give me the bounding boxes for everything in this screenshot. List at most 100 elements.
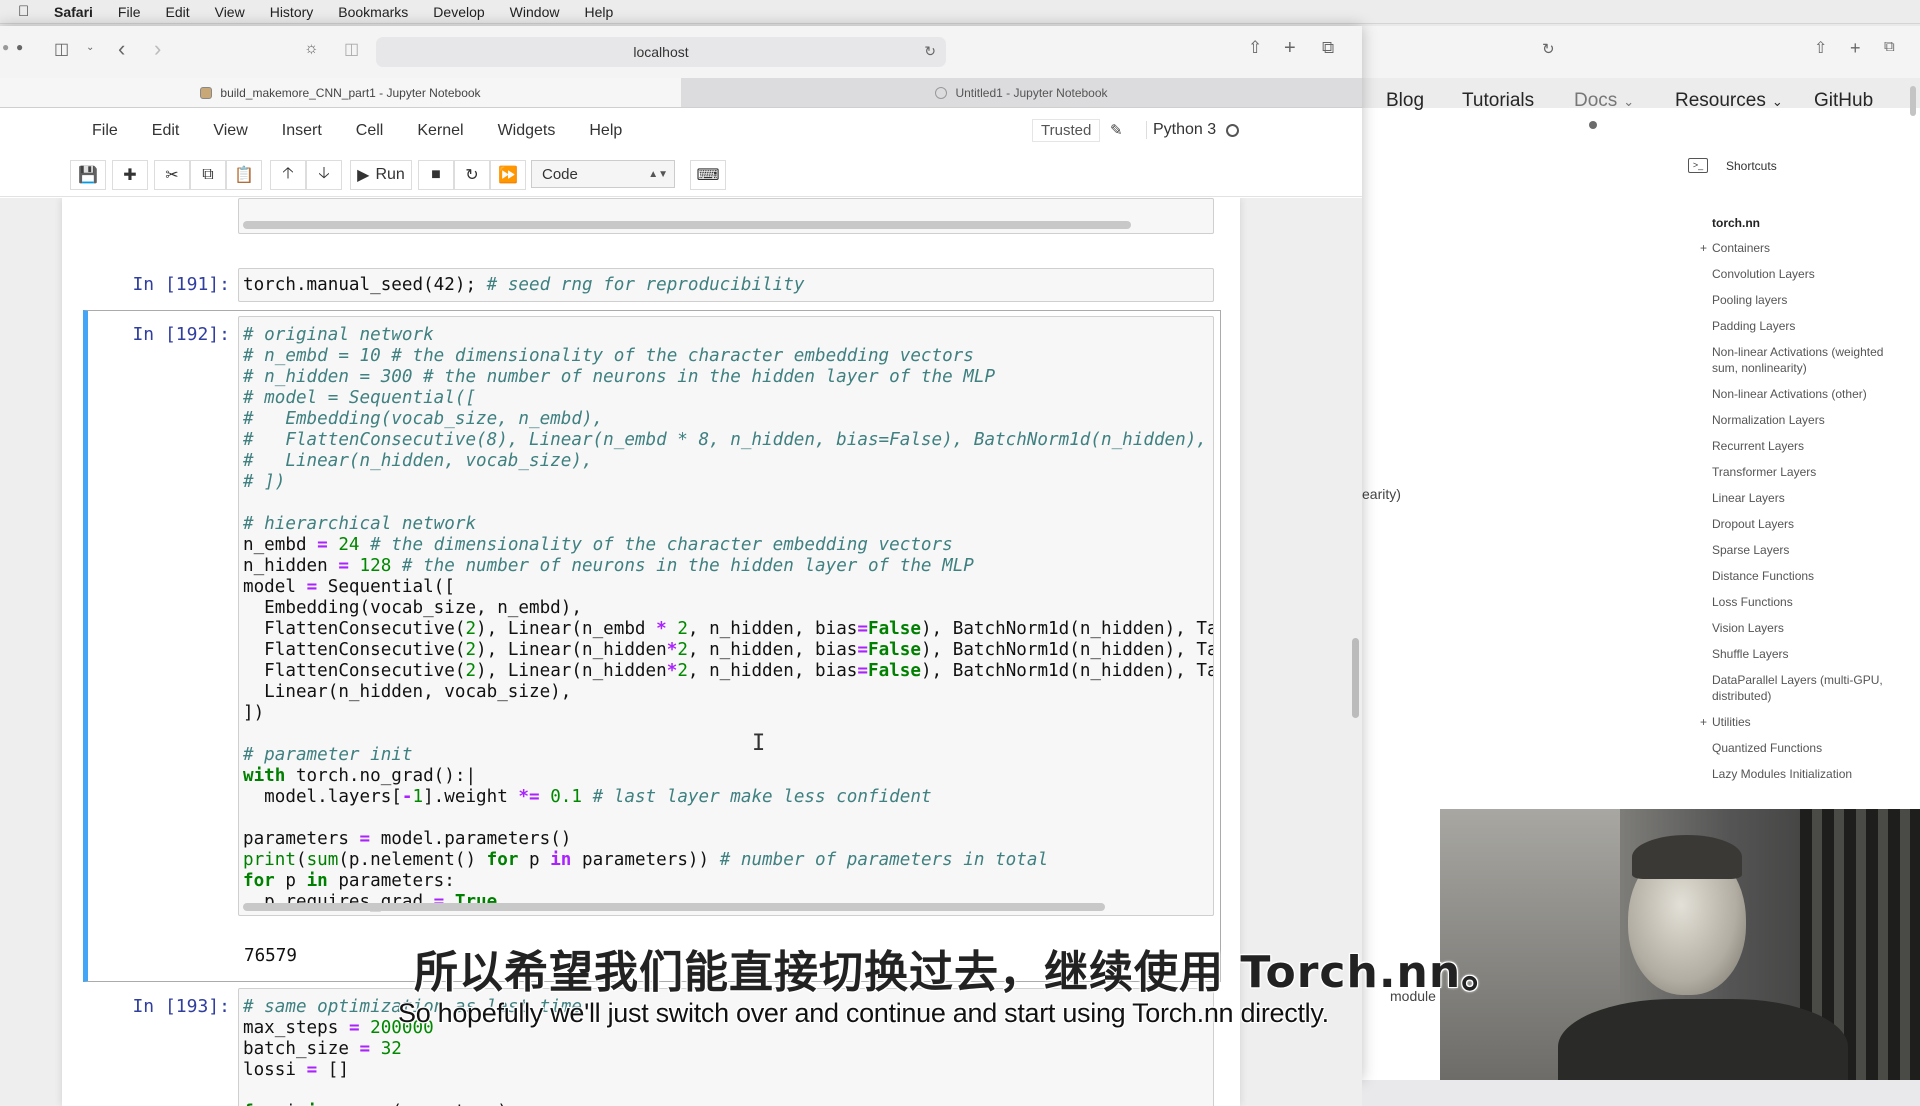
shortcuts-toggle[interactable]: >_ Shortcuts xyxy=(1688,158,1777,173)
cell-type-select[interactable]: Code ▲▼ xyxy=(531,160,675,188)
docs-scrollbar[interactable] xyxy=(1910,86,1916,116)
sidebar-item-transformer[interactable]: Transformer Layers xyxy=(1712,464,1912,480)
tab-overview-icon[interactable]: ⧉ xyxy=(1884,38,1895,55)
menu-file[interactable]: File xyxy=(118,4,141,20)
sidebar-item-linear[interactable]: Linear Layers xyxy=(1712,490,1912,506)
tab-untitled1[interactable]: Untitled1 - Jupyter Notebook xyxy=(681,78,1362,107)
partial-doc-text: earity) xyxy=(1362,486,1401,502)
sidebar-item-dataparallel[interactable]: DataParallel Layers (multi-GPU, distribu… xyxy=(1712,672,1912,704)
back-icon[interactable]: ‹ xyxy=(118,36,125,62)
previous-cell-input[interactable] xyxy=(238,198,1214,234)
nav-docs[interactable]: Docs ⌄ xyxy=(1574,90,1634,112)
paste-icon: 📋 xyxy=(234,167,254,184)
sidebar-item-pooling[interactable]: Pooling layers xyxy=(1712,292,1912,308)
nav-blog[interactable]: Blog xyxy=(1386,90,1424,112)
run-label: Run xyxy=(375,166,405,183)
sidebar-item-normalization[interactable]: Normalization Layers xyxy=(1712,412,1912,428)
code-editor[interactable]: # original network # n_embd = 10 # the d… xyxy=(239,317,1213,915)
sidebar-menu-chevron-icon[interactable]: ⌄ xyxy=(86,42,94,53)
menu-help[interactable]: Help xyxy=(584,4,613,20)
restart-run-all-button[interactable]: ⏩ xyxy=(490,160,526,190)
jmenu-help[interactable]: Help xyxy=(589,122,622,140)
jmenu-kernel[interactable]: Kernel xyxy=(417,122,463,140)
notebook-scrollbar[interactable] xyxy=(1352,638,1359,718)
insert-cell-button[interactable]: ✚ xyxy=(112,160,148,190)
sidebar-head-torch-nn[interactable]: torch.nn xyxy=(1712,216,1912,230)
kernel-name[interactable]: Python 3 xyxy=(1146,121,1216,139)
cell-input-192[interactable]: # original network # n_embd = 10 # the d… xyxy=(238,316,1214,916)
sidebar-item-convolution[interactable]: Convolution Layers xyxy=(1712,266,1912,282)
cell-input-191[interactable]: torch.manual_seed(42); # seed rng for re… xyxy=(238,268,1214,302)
trusted-badge[interactable]: Trusted xyxy=(1032,119,1101,142)
shield-icon[interactable]: ◫ xyxy=(344,39,359,59)
jmenu-file[interactable]: File xyxy=(92,122,118,140)
keyboard-icon: ⌨ xyxy=(696,167,720,184)
sidebar-item-containers[interactable]: Containers xyxy=(1700,240,1912,256)
reload-icon[interactable]: ↻ xyxy=(924,43,936,60)
nav-tutorials[interactable]: Tutorials xyxy=(1462,90,1534,112)
forward-icon[interactable]: › xyxy=(154,36,161,62)
menu-window[interactable]: Window xyxy=(510,4,560,20)
jupyter-menu: File Edit View Insert Cell Kernel Widget… xyxy=(0,122,656,140)
new-tab-icon[interactable]: + xyxy=(1284,37,1296,60)
window-control-icon[interactable]: ● xyxy=(16,40,23,54)
move-up-button[interactable]: 🡡 xyxy=(270,160,306,190)
sidebar-item-lazy-modules[interactable]: Lazy Modules Initialization xyxy=(1712,766,1912,782)
command-palette-button[interactable]: ⌨ xyxy=(690,160,726,190)
sidebar-item-padding[interactable]: Padding Layers xyxy=(1712,318,1912,334)
jmenu-widgets[interactable]: Widgets xyxy=(498,122,556,140)
sidebar-item-vision[interactable]: Vision Layers xyxy=(1712,620,1912,636)
nav-resources[interactable]: Resources ⌄ xyxy=(1675,90,1783,112)
paste-button[interactable]: 📋 xyxy=(226,160,262,190)
text-cursor-icon: I xyxy=(752,731,766,756)
nav-github[interactable]: GitHub xyxy=(1814,90,1873,112)
interrupt-button[interactable]: ■ xyxy=(418,160,454,190)
share-icon[interactable]: ⇧ xyxy=(1814,38,1827,58)
jmenu-edit[interactable]: Edit xyxy=(152,122,180,140)
menu-bookmarks[interactable]: Bookmarks xyxy=(338,4,408,20)
arrow-down-icon: 🡣 xyxy=(318,164,330,182)
sidebar-item-nonlinear-other[interactable]: Non-linear Activations (other) xyxy=(1712,386,1912,402)
menu-develop[interactable]: Develop xyxy=(433,4,484,20)
play-icon: ▶ xyxy=(357,167,370,184)
move-down-button[interactable]: 🡣 xyxy=(306,160,342,190)
horizontal-scrollbar[interactable] xyxy=(243,221,1131,229)
sidebar-item-sparse[interactable]: Sparse Layers xyxy=(1712,542,1912,558)
save-button[interactable]: 💾 xyxy=(70,160,106,190)
kernel-status-icon xyxy=(1226,124,1239,137)
jmenu-insert[interactable]: Insert xyxy=(282,122,322,140)
sidebar-item-nonlinear-weighted[interactable]: Non-linear Activations (weighted sum, no… xyxy=(1712,344,1912,376)
cut-button[interactable]: ✂ xyxy=(154,160,190,190)
menu-safari[interactable]: Safari xyxy=(54,4,93,20)
menu-view[interactable]: View xyxy=(215,4,245,20)
window-controls-icon[interactable]: ● xyxy=(2,40,9,54)
copy-button[interactable]: ⧉ xyxy=(190,160,226,190)
address-bar[interactable]: localhost ↻ xyxy=(376,37,946,67)
safari-toolbar: ● ● ◫ ⌄ ‹ › ☼ ◫ localhost ↻ ⇧ + ⧉ xyxy=(0,26,1362,78)
share-icon[interactable]: ⇧ xyxy=(1248,38,1262,58)
run-button[interactable]: ▶ Run xyxy=(350,160,412,190)
restart-button[interactable]: ↻ xyxy=(454,160,490,190)
sidebar-item-loss[interactable]: Loss Functions xyxy=(1712,594,1912,610)
reload-icon[interactable]: ↻ xyxy=(1542,40,1555,58)
presenter-body xyxy=(1558,999,1848,1080)
new-tab-icon[interactable]: + xyxy=(1850,38,1861,59)
sidebar-item-quantized[interactable]: Quantized Functions xyxy=(1712,740,1912,756)
sidebar-item-recurrent[interactable]: Recurrent Layers xyxy=(1712,438,1912,454)
sidebar-item-utilities[interactable]: Utilities xyxy=(1700,714,1912,730)
privacy-report-icon[interactable]: ☼ xyxy=(304,40,319,58)
fast-forward-icon: ⏩ xyxy=(498,167,518,184)
sidebar-item-shuffle[interactable]: Shuffle Layers xyxy=(1712,646,1912,662)
jmenu-cell[interactable]: Cell xyxy=(356,122,384,140)
sidebar-item-dropout[interactable]: Dropout Layers xyxy=(1712,516,1912,532)
tab-overview-icon[interactable]: ⧉ xyxy=(1322,38,1334,58)
sidebar-toggle-icon[interactable]: ◫ xyxy=(54,39,69,59)
apple-menu-icon[interactable]:  xyxy=(18,3,40,20)
jmenu-view[interactable]: View xyxy=(213,122,247,140)
menu-history[interactable]: History xyxy=(270,4,314,20)
edit-pencil-icon[interactable]: ✎ xyxy=(1110,121,1123,139)
sidebar-item-distance[interactable]: Distance Functions xyxy=(1712,568,1912,584)
menu-edit[interactable]: Edit xyxy=(165,4,189,20)
horizontal-scrollbar[interactable] xyxy=(243,903,1105,911)
tab-build-makemore[interactable]: build_makemore_CNN_part1 - Jupyter Noteb… xyxy=(0,78,681,107)
